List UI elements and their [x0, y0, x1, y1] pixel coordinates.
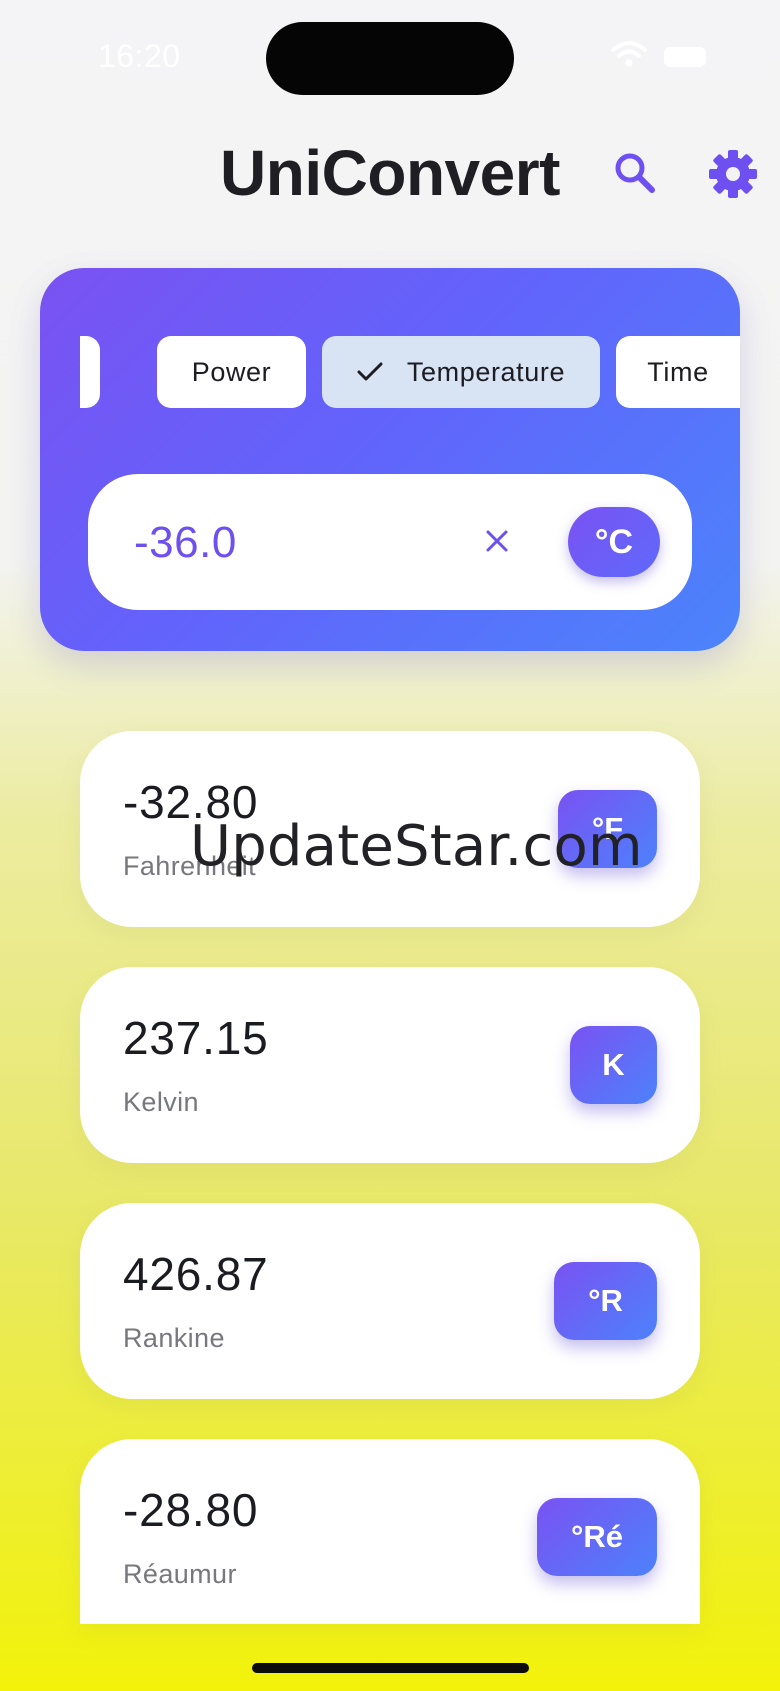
chip-label: Power: [191, 356, 272, 387]
battery-icon: [664, 47, 706, 67]
category-chip-power[interactable]: Power: [157, 336, 306, 408]
status-time: 16:20: [98, 38, 181, 74]
category-chip-time[interactable]: Time: [616, 336, 740, 408]
dynamic-island: [266, 22, 514, 95]
check-icon: [357, 362, 383, 381]
unit-button-reaumur[interactable]: °Ré: [537, 1498, 657, 1576]
home-indicator[interactable]: [252, 1663, 529, 1673]
result-card-rankine[interactable]: 426.87 Rankine °R: [80, 1203, 700, 1399]
result-card-kelvin[interactable]: 237.15 Kelvin K: [80, 967, 700, 1163]
chip-label: Temperature: [406, 356, 566, 387]
input-unit-button[interactable]: °C: [568, 507, 660, 577]
chip-label: Time: [647, 356, 709, 387]
result-unit-name: Réaumur: [123, 1559, 237, 1589]
search-button[interactable]: [610, 148, 660, 198]
result-unit-name: Rankine: [123, 1323, 225, 1353]
unit-button-rankine[interactable]: °R: [554, 1262, 657, 1340]
app-title: UniConvert: [220, 137, 560, 209]
result-value: -28.80: [123, 1484, 259, 1536]
settings-button[interactable]: [705, 146, 761, 202]
unit-button-kelvin[interactable]: K: [570, 1026, 657, 1104]
category-chip-temperature[interactable]: Temperature: [322, 336, 600, 408]
result-value: 237.15: [123, 1012, 269, 1064]
gear-icon: [709, 150, 757, 198]
watermark-text: UpdateStar.com: [190, 814, 643, 879]
value-input[interactable]: [134, 516, 434, 570]
converter-card: Power Temperature Time °C: [40, 268, 740, 651]
close-icon: [486, 530, 508, 552]
category-chips[interactable]: Power Temperature Time: [80, 268, 740, 428]
search-icon: [615, 153, 655, 193]
wifi-icon: [611, 41, 647, 67]
value-input-container: °C: [88, 474, 692, 610]
category-chip-offscreen[interactable]: [80, 336, 100, 408]
result-card-reaumur[interactable]: -28.80 Réaumur °Ré: [80, 1439, 700, 1624]
result-unit-name: Kelvin: [123, 1087, 199, 1117]
result-value: 426.87: [123, 1248, 269, 1300]
clear-button[interactable]: [482, 526, 512, 556]
